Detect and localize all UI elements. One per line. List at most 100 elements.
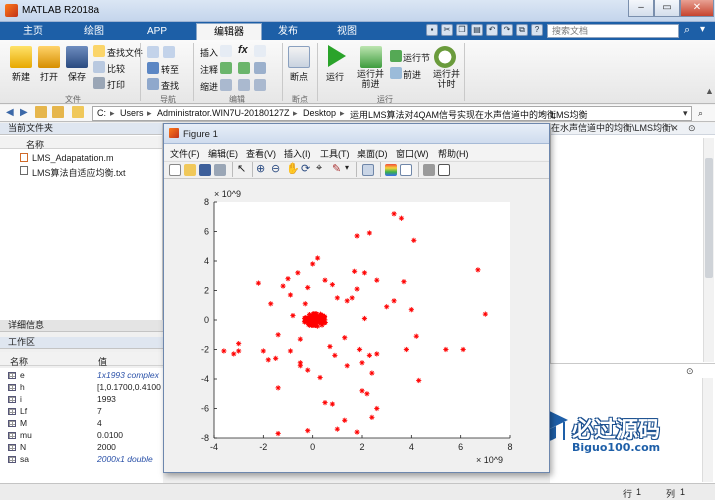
- new-button[interactable]: 新建: [12, 70, 30, 83]
- menu-edit[interactable]: 编辑(E): [208, 147, 238, 160]
- brush-icon[interactable]: ✎: [332, 162, 341, 175]
- file-column-header[interactable]: 名称: [0, 136, 162, 150]
- command-scrollbar[interactable]: [702, 378, 713, 482]
- menu-tools[interactable]: 工具(T): [320, 147, 350, 160]
- find-files-button[interactable]: 查找文件: [107, 46, 143, 59]
- show-plot-tools-icon[interactable]: [438, 164, 450, 176]
- details-title[interactable]: 详细信息: [0, 320, 163, 332]
- insert-doc-icon[interactable]: [220, 45, 232, 57]
- goto-button[interactable]: 转至: [161, 63, 179, 76]
- save-figure-icon[interactable]: [199, 164, 211, 176]
- save-button[interactable]: 保存: [68, 70, 86, 83]
- list-item[interactable]: LMS_Adapatation.m: [8, 151, 168, 163]
- run-section-button[interactable]: 运行节: [403, 51, 430, 64]
- editor-scrollbar[interactable]: [703, 138, 714, 362]
- rotate-3d-icon[interactable]: ⟳: [301, 162, 310, 175]
- data-cursor-icon[interactable]: ⌖: [316, 162, 322, 175]
- fx-icon[interactable]: fx: [238, 44, 248, 56]
- goto-icon[interactable]: [147, 62, 159, 74]
- run-section-icon[interactable]: [390, 50, 402, 62]
- new-plus-icon[interactable]: [10, 46, 32, 68]
- close-icon[interactable]: ✕: [680, 0, 714, 17]
- find-button[interactable]: 查找: [161, 79, 179, 92]
- wrap-comments-icon[interactable]: [254, 62, 266, 74]
- editor-options-icon[interactable]: ⊙: [688, 123, 696, 134]
- uncomment-icon[interactable]: [238, 62, 250, 74]
- print-figure-icon[interactable]: [214, 164, 226, 176]
- save-quick-icon[interactable]: ▪: [426, 24, 438, 36]
- tab-publish[interactable]: 发布: [264, 23, 312, 40]
- open-folder-icon[interactable]: [38, 46, 60, 68]
- decrease-indent-icon[interactable]: [254, 79, 266, 91]
- insert-button[interactable]: 插入: [200, 46, 218, 59]
- table-row[interactable]: mu 0.0100: [0, 430, 163, 441]
- run-advance-icon[interactable]: [360, 46, 382, 68]
- chevron-down-icon[interactable]: ▾: [345, 163, 349, 172]
- menu-insert[interactable]: 插入(I): [284, 147, 311, 160]
- back-arrow-icon[interactable]: [147, 46, 159, 58]
- breadcrumb-user[interactable]: Administrator.WIN7U-20180127Z: [157, 108, 290, 118]
- print-button[interactable]: 打印: [107, 78, 125, 91]
- table-row[interactable]: Lf 7: [0, 406, 163, 417]
- tab-plots[interactable]: 绘图: [68, 23, 120, 40]
- breadcrumb-desktop[interactable]: Desktop: [303, 108, 336, 118]
- editor-close-icon[interactable]: ✕: [671, 123, 679, 134]
- up-folder-icon[interactable]: [35, 106, 47, 118]
- run-advance-button[interactable]: 运行并 前进: [357, 69, 384, 89]
- switch-window-icon[interactable]: ⧉: [516, 24, 528, 36]
- forward-arrow-icon[interactable]: ▶: [20, 107, 28, 118]
- new-figure-icon[interactable]: [169, 164, 181, 176]
- menu-desktop[interactable]: 桌面(D): [357, 147, 388, 160]
- breakpoints-icon[interactable]: [288, 46, 310, 68]
- breadcrumb-users[interactable]: Users: [120, 108, 144, 118]
- print-icon[interactable]: [93, 77, 105, 89]
- run-play-icon[interactable]: [328, 45, 346, 67]
- open-button[interactable]: 打开: [40, 70, 58, 83]
- back-arrow-icon[interactable]: ◀: [6, 107, 14, 118]
- tab-editor[interactable]: 编辑器: [196, 23, 262, 40]
- increase-indent-icon[interactable]: [238, 79, 250, 91]
- zoom-out-icon[interactable]: ⊖: [271, 162, 280, 175]
- compare-icon[interactable]: [93, 61, 105, 73]
- copy-quick-icon[interactable]: ❐: [456, 24, 468, 36]
- menu-view[interactable]: 查看(V): [246, 147, 276, 160]
- zoom-in-icon[interactable]: ⊕: [256, 162, 265, 175]
- find-files-icon[interactable]: [93, 45, 105, 57]
- help-icon[interactable]: ?: [531, 24, 543, 36]
- browse-folder-icon[interactable]: [52, 106, 64, 118]
- run-button[interactable]: 运行: [326, 70, 344, 83]
- menu-window[interactable]: 窗口(W): [396, 147, 429, 160]
- list-item[interactable]: LMS算法自适应均衡.txt: [8, 164, 168, 178]
- pane-options-icon[interactable]: ⊙: [686, 366, 694, 377]
- indent-button[interactable]: 缩进: [200, 80, 218, 93]
- tab-home[interactable]: 主页: [10, 23, 56, 40]
- help-search-input[interactable]: 搜索文档: [547, 24, 679, 38]
- save-disk-icon[interactable]: [66, 46, 88, 68]
- table-row[interactable]: h [1,0.1700,0.4100: [0, 382, 163, 393]
- redo-quick-icon[interactable]: ↷: [501, 24, 513, 36]
- table-row[interactable]: sa 2000x1 double: [0, 454, 163, 465]
- workspace-header[interactable]: 名称 值: [0, 352, 163, 367]
- chevron-down-icon[interactable]: ▾: [683, 108, 688, 119]
- smart-indent-icon[interactable]: [220, 79, 232, 91]
- run-time-button[interactable]: 运行并 计时: [433, 69, 460, 89]
- forward-arrow-icon[interactable]: [163, 46, 175, 58]
- collapse-ribbon-icon[interactable]: ▲: [705, 86, 714, 96]
- run-time-icon[interactable]: [434, 46, 456, 68]
- advance-button[interactable]: 前进: [403, 68, 421, 81]
- table-row[interactable]: M4: [0, 418, 163, 429]
- hide-plot-tools-icon[interactable]: [423, 164, 435, 176]
- tab-apps[interactable]: APP: [132, 23, 182, 40]
- cut-quick-icon[interactable]: ✂: [441, 24, 453, 36]
- tab-view[interactable]: 视图: [322, 23, 372, 40]
- advance-icon[interactable]: [390, 67, 402, 79]
- search-icon[interactable]: ⌕: [684, 24, 690, 37]
- menu-help[interactable]: 帮助(H): [438, 147, 469, 160]
- breadcrumb-drive[interactable]: C:: [97, 108, 106, 118]
- comment-percent-icon[interactable]: [220, 62, 232, 74]
- search-folder-icon[interactable]: ⌕: [698, 108, 703, 119]
- menu-file[interactable]: 文件(F): [170, 147, 200, 160]
- comment-button[interactable]: 注释: [200, 63, 218, 76]
- maximize-icon[interactable]: ▭: [654, 0, 680, 17]
- figure-title-bar[interactable]: Figure 1: [164, 124, 549, 144]
